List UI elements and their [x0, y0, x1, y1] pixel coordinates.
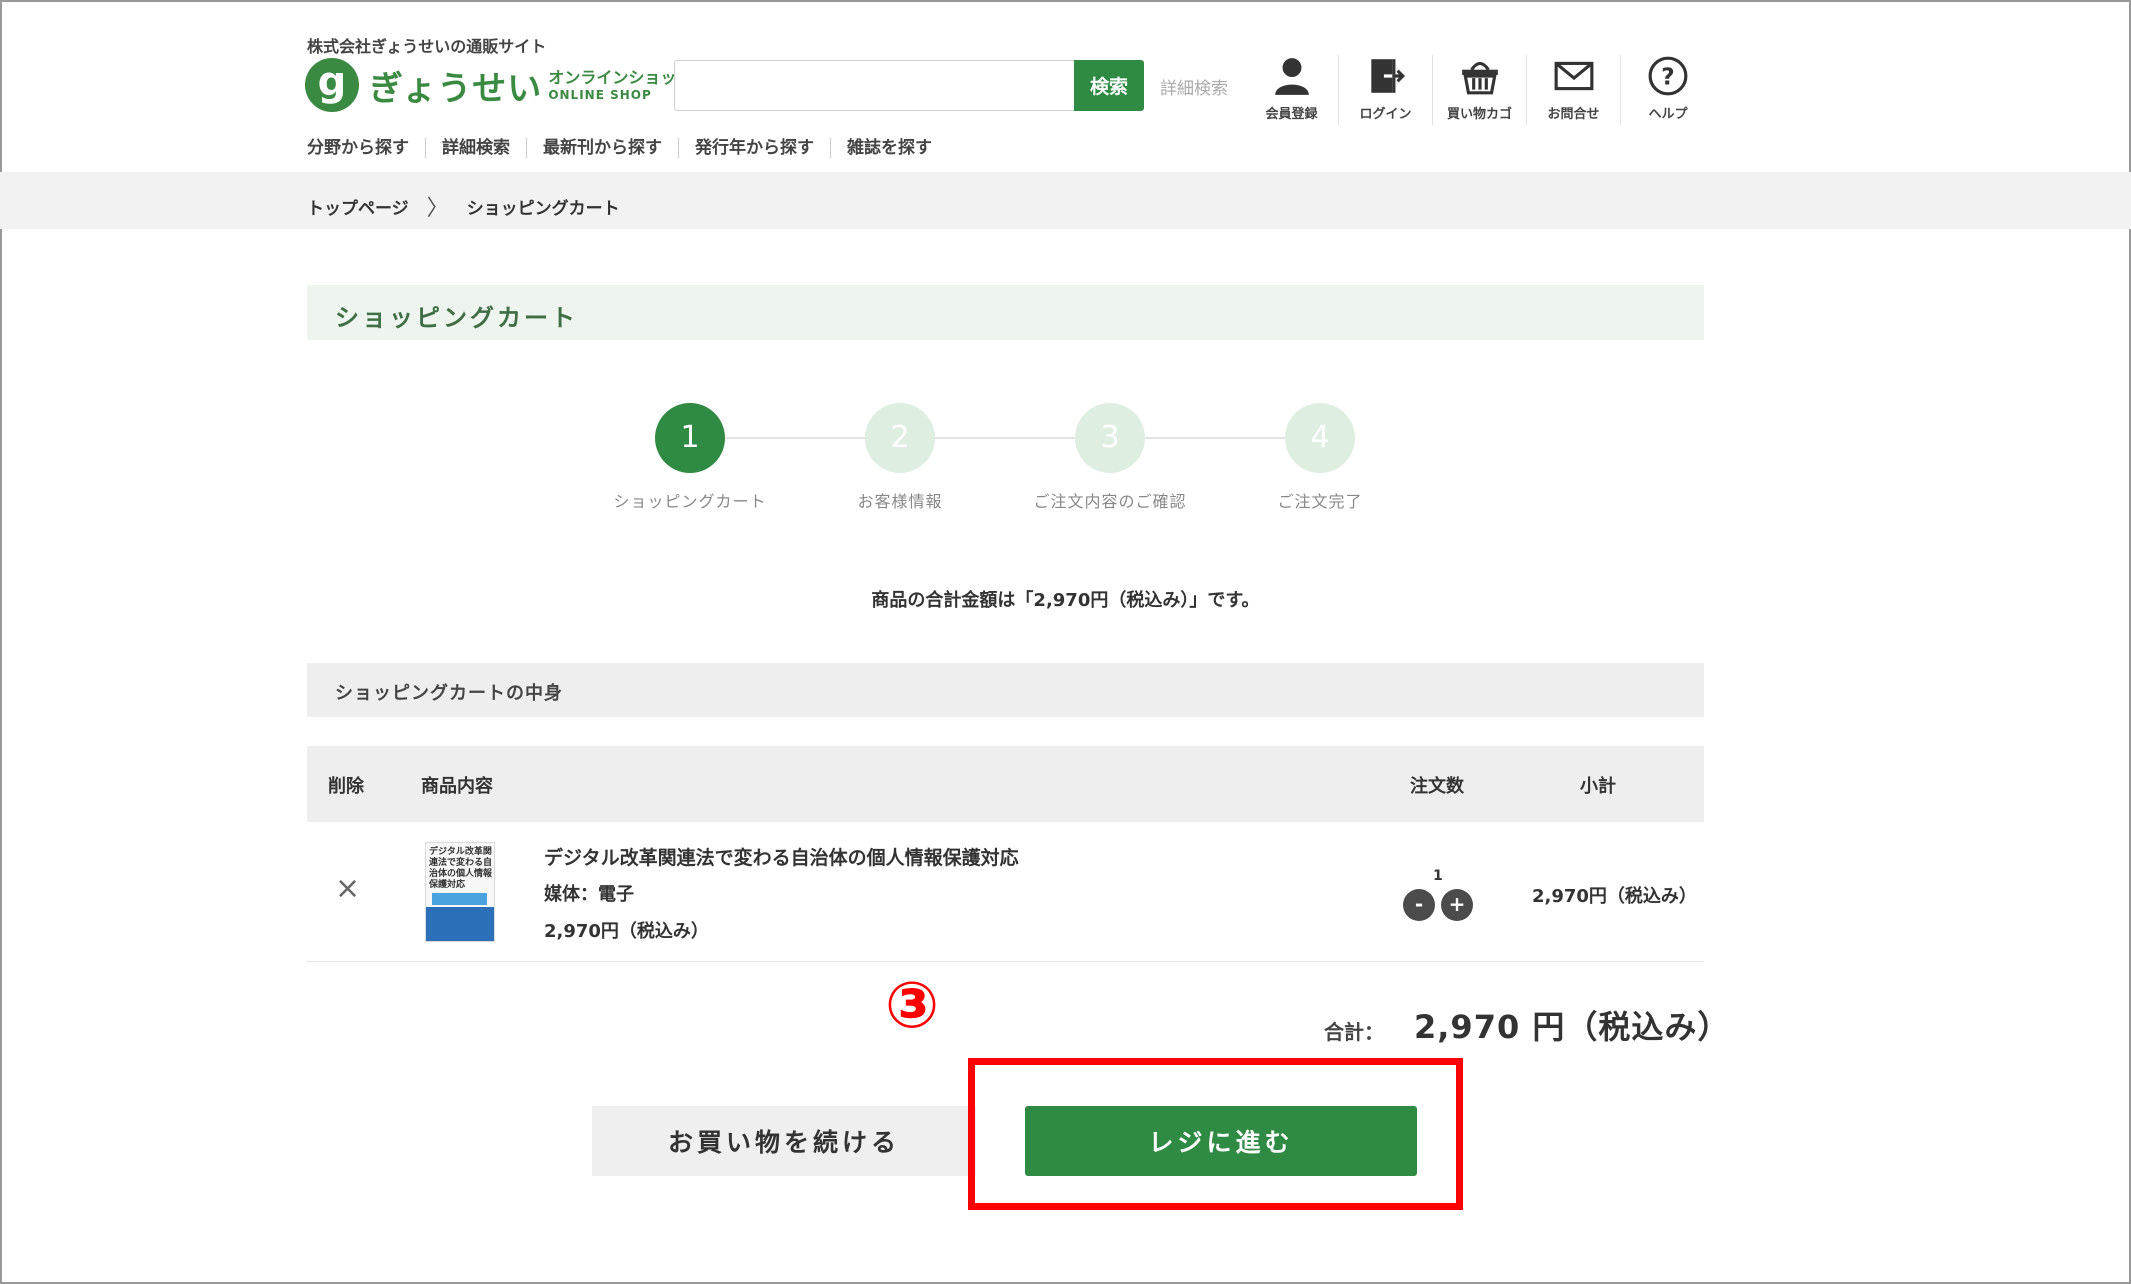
contact-button[interactable]: お問合せ	[1527, 55, 1621, 125]
step-1: 1 ショッピングカート	[600, 403, 780, 512]
step-4-label: ご注文完了	[1277, 492, 1363, 511]
nav-magazines[interactable]: 雑誌を探す	[830, 138, 948, 158]
logo-subtitle: オンラインショップ ONLINE SHOP	[548, 67, 693, 102]
cart-total-message: 商品の合計金額は「2,970円（税込み）」です。	[871, 590, 1260, 611]
step-3: 3 ご注文内容のご確認	[1020, 403, 1200, 512]
category-nav: 分野から探す 詳細検索 最新刊から探す 発行年から探す 雑誌を探す	[307, 138, 948, 158]
header-icon-nav: 会員登録 ログイン 買い物カゴ お問合せ ? ヘルプ	[1245, 55, 1715, 125]
cart-contents-title: ショッピングカートの中身	[335, 683, 563, 704]
column-subtotal: 小計	[1580, 776, 1616, 797]
logo-sub-jp: オンラインショップ	[548, 67, 693, 87]
quantity-increase-button[interactable]: +	[1441, 889, 1473, 921]
breadcrumb: トップページ 〉 ショッピングカート	[307, 190, 620, 222]
breadcrumb-home[interactable]: トップページ	[307, 194, 409, 219]
remove-item-icon[interactable]: ×	[335, 874, 360, 904]
site-tagline: 株式会社ぎょうせいの通販サイト	[307, 37, 547, 56]
chevron-right-icon: 〉	[426, 196, 449, 221]
login-icon	[1370, 59, 1405, 93]
step-4-number: 4	[1285, 403, 1355, 473]
thumbnail-title: デジタル改革関連法で変わる自治体の個人情報保護対応	[429, 847, 493, 890]
thumbnail-band	[426, 907, 494, 941]
product-thumbnail[interactable]: デジタル改革関連法で変わる自治体の個人情報保護対応	[425, 842, 495, 942]
site-logo[interactable]: g ぎょうせい オンラインショップ ONLINE SHOP	[305, 58, 692, 112]
grand-total-value: 2,970 円（税込み）	[1414, 1008, 1731, 1046]
search-input[interactable]	[674, 60, 1074, 111]
step-3-label: ご注文内容のご確認	[1033, 492, 1187, 511]
cart-table-header	[307, 746, 1704, 822]
step-1-label: ショッピングカート	[613, 492, 767, 511]
column-qty: 注文数	[1410, 776, 1464, 797]
user-icon	[1274, 58, 1309, 95]
row-divider	[307, 961, 1704, 962]
thumbnail-stripe	[432, 893, 487, 905]
step-2: 2 お客様情報	[810, 403, 990, 512]
member-register-button[interactable]: 会員登録	[1245, 55, 1339, 125]
nav-new-releases[interactable]: 最新刊から探す	[526, 138, 678, 158]
help-button[interactable]: ? ヘルプ	[1621, 55, 1715, 125]
item-subtotal: 2,970円（税込み）	[1532, 886, 1697, 907]
annotation-step-number: ③	[885, 969, 940, 1043]
step-2-number: 2	[865, 403, 935, 473]
nav-browse-by-field[interactable]: 分野から探す	[307, 138, 425, 158]
cart-icon	[1461, 61, 1498, 95]
step-4: 4 ご注文完了	[1230, 403, 1410, 512]
login-label: ログイン	[1359, 107, 1412, 122]
contact-label: お問合せ	[1547, 107, 1600, 122]
column-remove: 削除	[328, 776, 364, 797]
help-icon: ?	[1648, 56, 1688, 96]
logo-sub-en: ONLINE SHOP	[548, 87, 652, 102]
logo-text: ぎょうせい	[369, 68, 543, 109]
quantity-decrease-button[interactable]: -	[1403, 889, 1435, 921]
svg-text:?: ?	[1661, 64, 1674, 90]
page-title: ショッピングカート	[335, 304, 578, 332]
step-progress-line	[690, 437, 1320, 439]
member-register-label: 会員登録	[1265, 107, 1318, 122]
search-button[interactable]: 検索	[1074, 60, 1144, 111]
login-button[interactable]: ログイン	[1339, 55, 1433, 125]
advanced-search-link[interactable]: 詳細検索	[1160, 74, 1228, 99]
breadcrumb-current: ショッピングカート	[466, 198, 620, 219]
logo-mark-icon: g	[305, 58, 359, 112]
product-media: 媒体：電子	[544, 884, 634, 905]
step-3-number: 3	[1075, 403, 1145, 473]
shopping-cart-label: 買い物カゴ	[1446, 107, 1512, 122]
step-1-number: 1	[655, 403, 725, 473]
grand-total-label: 合計：	[1324, 1020, 1384, 1044]
mail-icon	[1554, 61, 1593, 91]
shopping-cart-button[interactable]: 買い物カゴ	[1433, 55, 1527, 125]
continue-shopping-button[interactable]: お買い物を続ける	[592, 1106, 976, 1176]
nav-by-year[interactable]: 発行年から探す	[678, 138, 830, 158]
product-name[interactable]: デジタル改革関連法で変わる自治体の個人情報保護対応	[544, 843, 1019, 870]
quantity-value: 1	[1433, 868, 1443, 884]
product-price: 2,970円（税込み）	[544, 921, 709, 942]
help-label: ヘルプ	[1648, 107, 1688, 122]
column-item: 商品内容	[421, 776, 493, 797]
annotation-highlight-box	[968, 1058, 1463, 1210]
nav-advanced-search[interactable]: 詳細検索	[425, 138, 526, 158]
step-2-label: お客様情報	[857, 492, 943, 511]
